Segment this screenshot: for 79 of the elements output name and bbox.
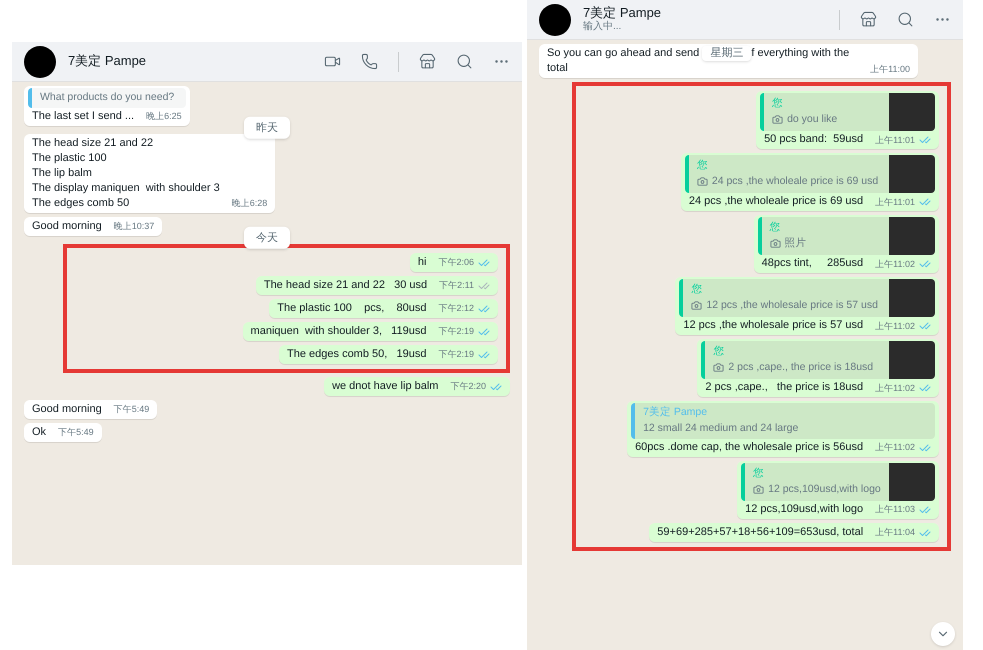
date-chip: 昨天	[244, 116, 290, 139]
contact-name: 7美定 Pampe	[68, 53, 148, 70]
quote-text: 12 pcs ,the wholesale price is 57 usd	[706, 298, 878, 313]
quote-text: What products do you need?	[40, 90, 174, 105]
quoted-message[interactable]: 7美定 Pampe 12 small 24 medium and 24 large	[631, 403, 935, 438]
quoted-message[interactable]: 您 2 pcs ,cape., the price is 18usd	[701, 341, 935, 379]
store-icon[interactable]	[860, 11, 877, 28]
scroll-down-button[interactable]	[931, 622, 955, 646]
message-text: 60pcs .dome cap, the wholesale price is 56usd	[635, 440, 864, 454]
message-text: 50 pcs band: 59usd	[764, 132, 864, 147]
typing-status: 输入中...	[583, 21, 622, 34]
message-text: Good morning	[32, 402, 102, 417]
message-time: 下午5:49	[114, 403, 150, 416]
quoted-message[interactable]: 您 12 pcs ,the wholesale price is 57 usd	[679, 279, 935, 317]
quote-author: 7美定 Pampe	[643, 405, 708, 420]
quote-author: 您	[753, 466, 766, 481]
message-text: 12 pcs,109usd,with logo	[745, 502, 864, 516]
quoted-message[interactable]: 您 照片	[758, 217, 935, 255]
message-text: maniquen with shoulder 3, 119usd	[250, 324, 426, 339]
quoted-message[interactable]: 您 do you like	[760, 93, 935, 131]
quoted-message[interactable]: What products do you need?	[28, 88, 186, 108]
message-text: 24 pcs ,the wholeale price is 69 usd	[688, 194, 864, 209]
message-time: 上午11:02	[875, 320, 915, 332]
message-time: 下午2:12	[438, 302, 474, 316]
message-text: The last set I send ...	[32, 108, 134, 124]
message-time: 下午2:19	[438, 348, 474, 362]
avatar[interactable]	[24, 46, 56, 78]
quote-text: 24 pcs ,the wholeale price is 69 usd	[712, 174, 878, 189]
message-text: 59+69+285+57+18+56+109=653usd, total	[657, 524, 864, 540]
message-time: 下午2:19	[438, 325, 474, 338]
message-time: 下午5:49	[58, 426, 94, 440]
message-time: 上午11:02	[875, 258, 915, 270]
phone-icon[interactable]	[361, 53, 378, 70]
message-time: 上午11:01	[875, 134, 915, 146]
message-time: 上午11:03	[875, 503, 915, 516]
message-text: 48pcs tint, 285usd	[762, 256, 864, 271]
message-time: 上午11:02	[875, 382, 915, 394]
quote-author: 您	[696, 158, 709, 174]
message-text: Good morning	[32, 218, 102, 234]
message-text: So you can go ahead and send 星期三 f everything with the total	[547, 46, 850, 76]
message-time: 晚上6:25	[146, 110, 182, 124]
quoted-message[interactable]: 您 12 pcs,109usd,with logo	[741, 462, 935, 500]
message-text: The plastic 100 pcs, 80usd	[277, 300, 426, 316]
message-text: The edges comb 50, 19usd	[287, 346, 426, 362]
search-icon[interactable]	[456, 53, 473, 70]
message-text: 12 pcs ,the wholesale price is 57 usd	[683, 318, 864, 333]
message-time: 下午2:11	[439, 279, 474, 292]
quote-text: 照片	[784, 236, 807, 251]
message-time: 晚上10:37	[114, 220, 154, 234]
message-time: 上午11:02	[875, 441, 915, 454]
quote-text: 2 pcs ,cape., the price is 18usd	[728, 360, 874, 375]
date-chip: 星期三	[702, 46, 752, 61]
search-icon[interactable]	[897, 11, 914, 28]
message-time: 下午2:06	[438, 256, 474, 270]
quote-text: 12 pcs,109usd,with logo	[768, 482, 881, 496]
message-text: hi	[418, 254, 426, 270]
message-text: The head size 21 and 22 30 usd	[264, 278, 428, 293]
message-time: 下午2:20	[450, 380, 486, 394]
message-text: we dnot have lip balm	[332, 378, 438, 394]
quote-author: 您	[713, 344, 726, 360]
message-time: 晚上6:28	[232, 197, 268, 210]
message-text: Ok	[32, 424, 46, 440]
header-divider	[839, 10, 840, 30]
store-icon[interactable]	[419, 53, 436, 70]
quote-text: 12 small 24 medium and 24 large	[643, 420, 798, 436]
message-time: 上午11:00	[870, 62, 910, 76]
header-divider	[398, 52, 399, 72]
message-time: 上午11:04	[875, 526, 915, 539]
message-time: 上午11:01	[875, 196, 915, 208]
message-text: The head size 21 and 22 The plastic 100 The lip balm The display maniquen with shoulder 3 The edges comb 50	[32, 136, 220, 211]
contact-name: 7美定 Pampe	[583, 5, 662, 20]
quote-text: do you like	[787, 112, 838, 127]
avatar[interactable]	[539, 4, 571, 36]
quoted-message[interactable]: 您 24 pcs ,the wholeale price is 69 usd	[684, 155, 935, 193]
message-text: 2 pcs ,cape., the price is 18usd	[705, 380, 864, 395]
quote-author: 您	[691, 282, 704, 298]
quote-author: 您	[770, 220, 782, 236]
quote-author: 您	[772, 96, 784, 112]
date-chip: 今天	[244, 226, 290, 249]
